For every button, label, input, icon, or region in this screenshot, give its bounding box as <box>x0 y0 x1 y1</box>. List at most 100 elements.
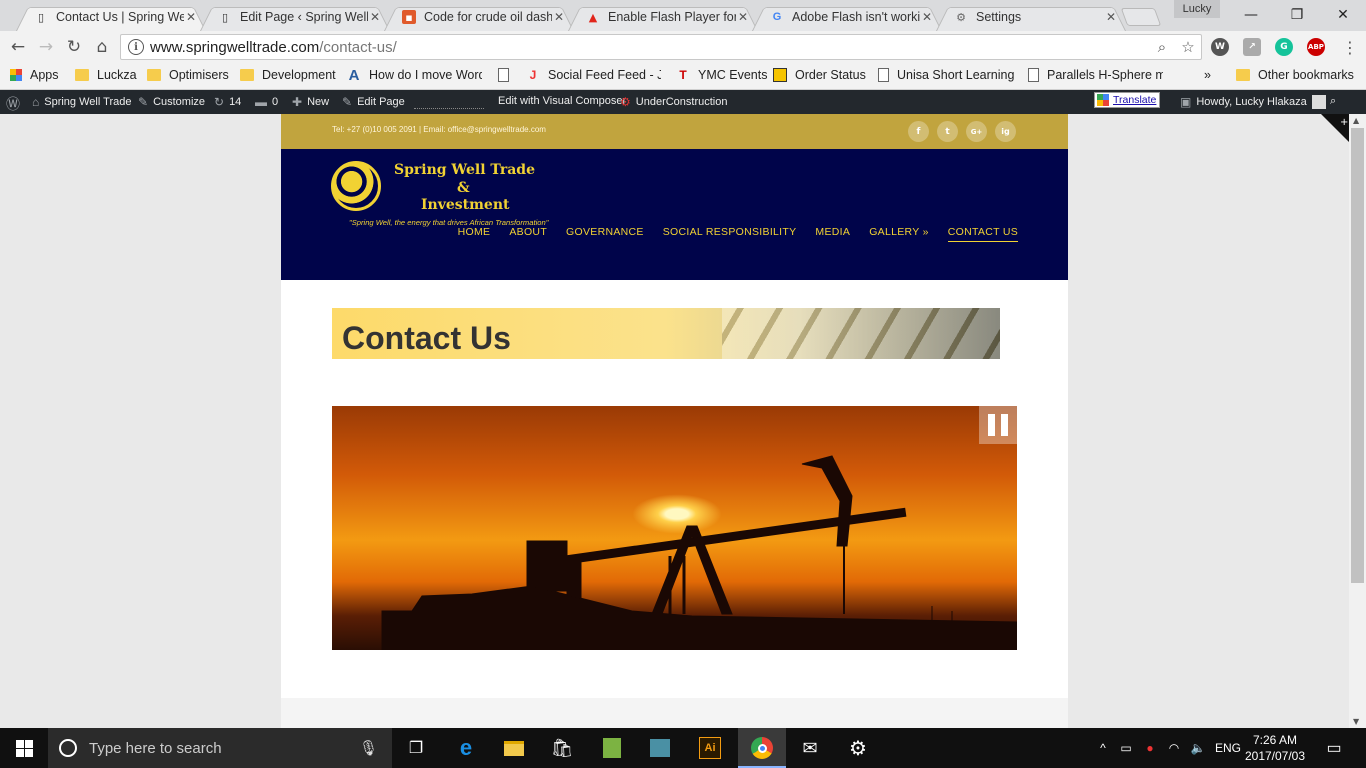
chrome-icon[interactable] <box>738 728 786 768</box>
clock[interactable]: 7:26 AM 2017/07/03 <box>1244 732 1306 764</box>
microphone-icon[interactable]: 🎙 <box>359 739 378 757</box>
window-close-icon[interactable]: ✕ <box>1320 0 1366 30</box>
mail-icon[interactable]: ✉ <box>788 728 832 768</box>
nav-contact-us[interactable]: CONTACT US <box>947 226 1018 242</box>
action-center-icon[interactable]: ▭ <box>1316 728 1352 768</box>
tab-code-crude-oil[interactable]: ▪ Code for crude oil dashboard ✕ <box>384 3 574 32</box>
zoom-icon[interactable]: ⌕ <box>1149 38 1175 56</box>
url-text[interactable]: www.springwelltrade.com/contact-us/ <box>150 39 1149 56</box>
minimize-icon[interactable]: — <box>1228 0 1274 30</box>
extension-icon[interactable]: ↗ <box>1243 38 1261 56</box>
bookmarks-overflow-icon[interactable]: » <box>1204 68 1211 82</box>
close-icon[interactable]: ✕ <box>736 10 750 24</box>
notepad-icon[interactable] <box>590 728 634 768</box>
bookmark-how-do-i-move[interactable]: A How do I move Word <box>347 68 482 82</box>
wp-site-name[interactable]: ⌂ Spring Well Trade <box>32 95 131 109</box>
wp-edit-page[interactable]: ✎ Edit Page <box>342 95 405 109</box>
bookmark-star-icon[interactable]: ☆ <box>1175 38 1201 56</box>
bookmark-optimisers[interactable]: Optimisers <box>147 68 229 82</box>
wp-visual-composer[interactable]: Edit with Visual Composer <box>498 95 626 107</box>
google-icon: G <box>772 11 782 23</box>
windows-start-icon[interactable] <box>0 728 48 768</box>
edge-icon[interactable]: e <box>444 728 488 768</box>
restore-icon[interactable]: ❐ <box>1274 0 1320 30</box>
file-explorer-icon[interactable] <box>492 728 536 768</box>
corner-toggle-icon[interactable]: + <box>1321 114 1349 142</box>
translate-widget[interactable]: Translate <box>1094 92 1160 108</box>
bookmark-page[interactable] <box>498 68 517 82</box>
wp-comments[interactable]: ▬ 0 <box>255 95 278 109</box>
t-logo-icon: T <box>679 68 687 82</box>
translate-link[interactable]: Translate <box>1113 94 1156 106</box>
scrollbar-thumb[interactable] <box>1351 128 1364 583</box>
facebook-icon[interactable]: f <box>908 121 929 142</box>
nav-gallery[interactable]: GALLERY » <box>869 226 929 242</box>
wp-under-construction[interactable]: ⚙ UnderConstruction <box>620 95 727 109</box>
bookmark-parallels[interactable]: Parallels H-Sphere m <box>1028 68 1163 82</box>
bookmark-unisa[interactable]: Unisa Short Learning <box>878 68 1014 82</box>
wordpress-logo-icon[interactable]: Ⓦ <box>6 94 25 114</box>
new-tab-button[interactable] <box>1120 8 1162 26</box>
hero-slider[interactable] <box>332 406 1017 650</box>
network-app-icon[interactable] <box>638 728 682 768</box>
home-icon[interactable]: ⌂ <box>90 35 114 59</box>
bookmark-social-feed[interactable]: J Social Feed Feed - Ju <box>526 68 661 82</box>
tab-contact-us[interactable]: ▯ Contact Us | Spring Well Trade & Inves… <box>16 3 206 32</box>
reload-icon[interactable]: ↻ <box>62 35 86 59</box>
grammarly-icon[interactable]: G <box>1275 38 1293 56</box>
close-icon[interactable]: ✕ <box>920 10 934 24</box>
tray-expand-icon[interactable]: ^ <box>1092 741 1114 755</box>
tab-adobe-flash[interactable]: G Adobe Flash isn't working ✕ <box>752 3 942 32</box>
twitter-icon[interactable]: t <box>937 121 958 142</box>
slider-pause-button[interactable] <box>979 406 1017 444</box>
tab-settings[interactable]: ⚙ Settings ✕ <box>936 3 1126 32</box>
instagram-icon[interactable]: ig <box>995 121 1016 142</box>
chrome-menu-icon[interactable]: ⋮ <box>1338 35 1362 59</box>
illustrator-icon[interactable]: Ai <box>688 728 732 768</box>
wordpress-extension-icon[interactable]: W <box>1211 38 1229 56</box>
task-view-icon[interactable]: ❐ <box>394 728 438 768</box>
nav-home[interactable]: HOME <box>458 226 491 242</box>
close-icon[interactable]: ✕ <box>368 10 382 24</box>
forward-arrow-icon[interactable]: → <box>34 35 58 59</box>
address-bar[interactable]: i www.springwelltrade.com/contact-us/ ⌕ … <box>120 34 1202 60</box>
bookmark-order-status[interactable]: Order Status <box>773 68 866 82</box>
profile-button[interactable]: Lucky <box>1174 0 1220 18</box>
wp-search-icon[interactable]: ⌕ <box>1330 95 1336 108</box>
bookmark-other[interactable]: Other bookmarks <box>1236 68 1354 82</box>
tab-edit-page[interactable]: ▯ Edit Page ‹ Spring Well Trade ✕ <box>200 3 390 32</box>
nav-media[interactable]: MEDIA <box>815 226 850 242</box>
taskbar-search-input[interactable]: Type here to search 🎙 <box>48 728 392 768</box>
app-tray-icon[interactable]: ● <box>1138 741 1162 755</box>
close-icon[interactable]: ✕ <box>184 10 198 24</box>
bookmark-development[interactable]: Development <box>240 68 336 82</box>
settings-gear-icon[interactable]: ⚙ <box>836 728 880 768</box>
nav-about[interactable]: ABOUT <box>509 226 547 242</box>
bookmark-ymc-events[interactable]: T YMC Events <box>676 68 767 82</box>
store-icon[interactable]: 🛍 <box>540 728 584 768</box>
wp-customize[interactable]: ✎ Customize <box>138 95 205 109</box>
battery-icon[interactable]: ▭ <box>1114 741 1138 755</box>
adblock-icon[interactable]: ABP <box>1307 38 1325 56</box>
wp-new[interactable]: ✚ New <box>292 95 329 109</box>
scroll-up-icon[interactable]: ▲ <box>1353 116 1359 125</box>
google-plus-icon[interactable]: G+ <box>966 121 987 142</box>
site-info-icon[interactable]: i <box>128 39 144 55</box>
wp-howdy[interactable]: ▣ Howdy, Lucky Hlakaza <box>1180 95 1326 109</box>
close-icon[interactable]: ✕ <box>552 10 566 24</box>
nav-governance[interactable]: GOVERNANCE <box>566 226 644 242</box>
nav-social-responsibility[interactable]: SOCIAL RESPONSIBILITY <box>663 226 797 242</box>
scroll-down-icon[interactable]: ▼ <box>1353 717 1359 726</box>
pencil-icon: ✎ <box>342 95 353 109</box>
site-logo[interactable]: Spring Well Trade & Investment "Spring W… <box>331 159 561 227</box>
bookmark-apps[interactable]: Apps <box>10 68 59 82</box>
bookmark-luckza[interactable]: Luckza <box>75 68 137 82</box>
page-scrollbar[interactable]: ▲ ▼ <box>1349 114 1366 728</box>
volume-icon[interactable]: 🔈 <box>1186 741 1210 755</box>
language-indicator[interactable]: ENG <box>1210 741 1246 755</box>
close-icon[interactable]: ✕ <box>1104 10 1118 24</box>
wifi-icon[interactable]: ◠ <box>1162 741 1186 755</box>
wp-updates[interactable]: ↻ 14 <box>214 95 241 109</box>
back-arrow-icon[interactable]: ← <box>6 35 30 59</box>
tab-enable-flash[interactable]: ▲ Enable Flash Player for Chrome ✕ <box>568 3 758 32</box>
